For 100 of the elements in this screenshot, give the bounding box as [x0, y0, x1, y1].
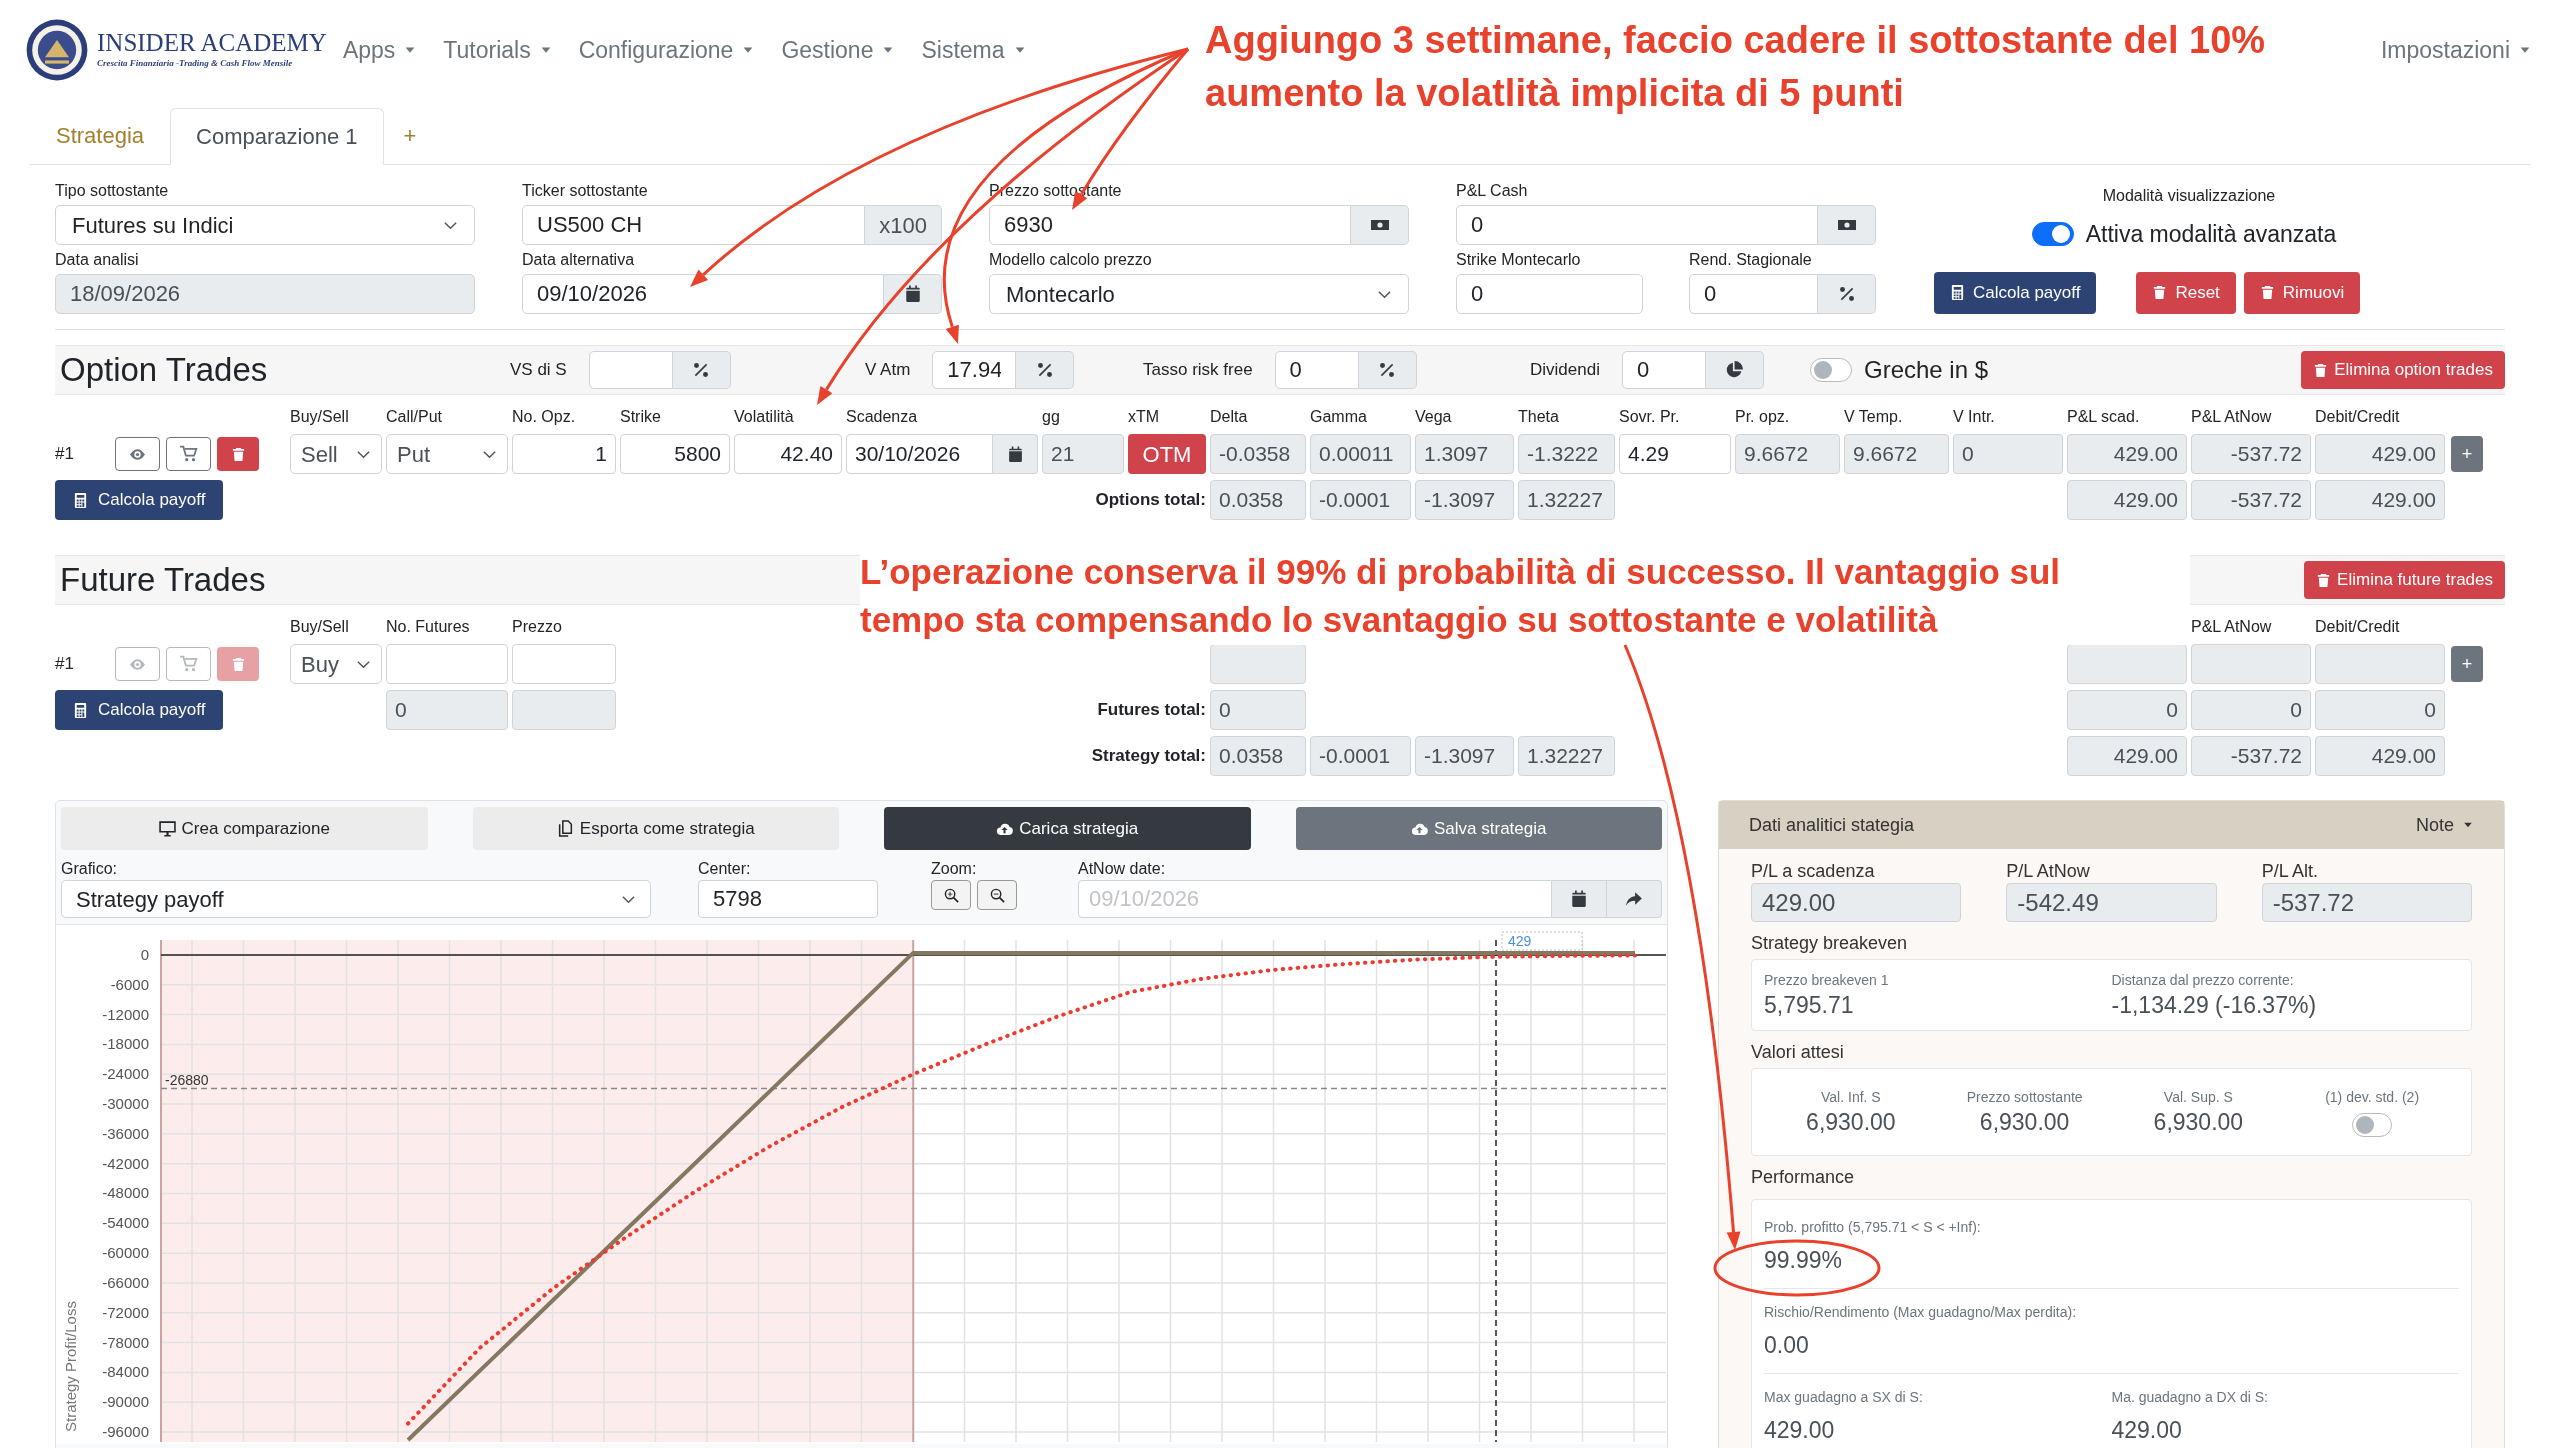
input-field[interactable]: 6930 [989, 205, 1351, 245]
add-tab-button[interactable]: + [383, 107, 437, 164]
readonly-field[interactable]: 429.00 [2067, 736, 2187, 776]
input-field[interactable]: 0 [1689, 274, 1818, 314]
zoom-in-button[interactable] [931, 880, 971, 910]
toolbar-button[interactable]: Salva strategia [1295, 807, 1662, 850]
delete-button[interactable]: Rimuovi [2243, 271, 2361, 314]
percent-button[interactable] [1358, 351, 1417, 389]
zoom-out-button[interactable] [977, 880, 1017, 910]
readonly-field[interactable]: 0 [2067, 690, 2187, 730]
toggle-switch[interactable] [1810, 358, 1852, 382]
input-field[interactable]: 4.29 [1619, 434, 1731, 474]
input-field[interactable]: 09/10/2026 [522, 274, 884, 314]
readonly-field[interactable]: 0.00011 [1310, 434, 1411, 474]
readonly-field[interactable]: 0 [2191, 690, 2311, 730]
select-field[interactable]: Futures su Indici [55, 205, 475, 245]
menu-item[interactable]: Configurazione [578, 32, 756, 68]
calculate-button[interactable]: Calcola payoff [55, 690, 224, 730]
readonly-field[interactable] [1210, 644, 1306, 684]
view-button[interactable] [115, 437, 160, 471]
input-field[interactable]: 0 [1621, 351, 1706, 389]
readonly-field[interactable] [512, 690, 616, 730]
add-row-button[interactable]: + [2451, 646, 2483, 682]
readonly-field[interactable]: 429.00 [2067, 480, 2187, 520]
readonly-field[interactable]: 21 [1042, 434, 1124, 474]
readonly-field[interactable]: -537.72 [2191, 434, 2311, 474]
readonly-field[interactable]: 0 [1953, 434, 2063, 474]
readonly-field[interactable]: 0 [1210, 690, 1306, 730]
input-field[interactable]: 0 [1456, 205, 1818, 245]
readonly-field[interactable]: -1.3097 [1415, 736, 1514, 776]
menu-item[interactable]: Tutorials [443, 32, 553, 68]
readonly-field[interactable]: 429.00 [2315, 480, 2445, 520]
cash-button[interactable] [1351, 205, 1409, 245]
input-field[interactable] [588, 351, 673, 389]
toolbar-button[interactable]: Esporta come strategia [472, 807, 839, 850]
readonly-field[interactable]: -0.0001 [1310, 736, 1411, 776]
readonly-field[interactable]: -1.3097 [1415, 480, 1514, 520]
readonly-field[interactable]: -537.72 [2191, 480, 2311, 520]
input-field[interactable]: 17.94 [932, 351, 1017, 389]
readonly-field[interactable]: 9.6672 [1844, 434, 1949, 474]
delete-button[interactable]: Elimina future trades [2304, 561, 2505, 599]
delete-button[interactable] [217, 437, 259, 471]
tab[interactable]: Strategia [30, 107, 171, 164]
readonly-field[interactable]: 0.0358 [1210, 480, 1306, 520]
calculate-button[interactable]: Calcola payoff [55, 480, 224, 520]
readonly-field[interactable]: 9.6672 [1735, 434, 1840, 474]
tab[interactable]: Comparazione 1 [170, 108, 384, 165]
readonly-field[interactable]: 1.3097 [1415, 434, 1514, 474]
input-field[interactable] [512, 644, 616, 684]
readonly-field[interactable] [2315, 644, 2445, 684]
readonly-field[interactable]: -537.72 [2191, 736, 2311, 776]
readonly-field[interactable]: 0.0358 [1210, 736, 1306, 776]
toggle-switch[interactable] [2352, 1113, 2393, 1137]
readonly-field[interactable]: -0.0001 [1310, 480, 1411, 520]
menu-item[interactable]: Apps [342, 32, 418, 68]
cart-button[interactable] [166, 437, 211, 471]
add-row-button[interactable]: + [2451, 436, 2483, 472]
readonly-field[interactable]: 429.00 [2067, 434, 2187, 474]
percent-button[interactable] [1818, 274, 1876, 314]
menu-item[interactable]: Sistema [921, 32, 1027, 68]
readonly-field[interactable] [2067, 644, 2187, 684]
input-field[interactable]: 5800 [620, 434, 730, 474]
readonly-field[interactable]: 429.00 [2315, 736, 2445, 776]
menu-item[interactable]: Gestione [781, 32, 896, 68]
menu-item[interactable]: Impostazioni [2380, 32, 2532, 68]
readonly-field[interactable]: 0 [386, 690, 508, 730]
readonly-field[interactable]: -0.0358 [1210, 434, 1306, 474]
readonly-field[interactable]: -537.72 [2261, 883, 2472, 922]
input-field[interactable]: US500 CH [522, 205, 866, 245]
readonly-field[interactable]: 1.32227 [1518, 480, 1615, 520]
toggle-switch[interactable] [2031, 222, 2074, 247]
readonly-field[interactable]: 18/09/2026 [55, 274, 475, 314]
select-field[interactable]: Strategy payoff [61, 880, 651, 918]
select-field[interactable]: Sell [290, 434, 382, 474]
input-field[interactable] [386, 644, 508, 684]
share-button[interactable] [1607, 880, 1662, 918]
toolbar-button[interactable]: Crea comparazione [61, 807, 428, 850]
delete-button[interactable]: Elimina option trades [2301, 351, 2505, 389]
readonly-field[interactable]: 429.00 [1751, 883, 1962, 922]
input-field[interactable]: 1 [512, 434, 616, 474]
calculate-button[interactable]: Calcola payoff [1934, 271, 2097, 314]
percent-button[interactable] [672, 351, 731, 389]
readonly-field[interactable]: -1.3222 [1518, 434, 1615, 474]
percent-button[interactable] [1016, 351, 1075, 389]
toolbar-button[interactable]: Carica strategia [884, 807, 1251, 850]
readonly-field[interactable]: 429.00 [2315, 434, 2445, 474]
chart-button[interactable] [1705, 351, 1764, 389]
readonly-field[interactable]: -542.49 [2006, 883, 2217, 922]
input-field[interactable]: 0 [1456, 274, 1643, 314]
delete-button[interactable]: Reset [2136, 271, 2236, 314]
cash-button[interactable] [1818, 205, 1876, 245]
readonly-field[interactable] [2191, 644, 2311, 684]
calendar-button[interactable] [1552, 880, 1607, 918]
select-field[interactable]: Put [386, 434, 508, 474]
calendar-button[interactable] [993, 434, 1038, 474]
note-menu[interactable]: Note [2415, 811, 2474, 839]
input-field[interactable]: 42.40 [734, 434, 842, 474]
input-field[interactable]: 30/10/2026 [846, 434, 993, 474]
readonly-field[interactable]: 1.32227 [1518, 736, 1615, 776]
input-field[interactable]: 0 [1274, 351, 1359, 389]
